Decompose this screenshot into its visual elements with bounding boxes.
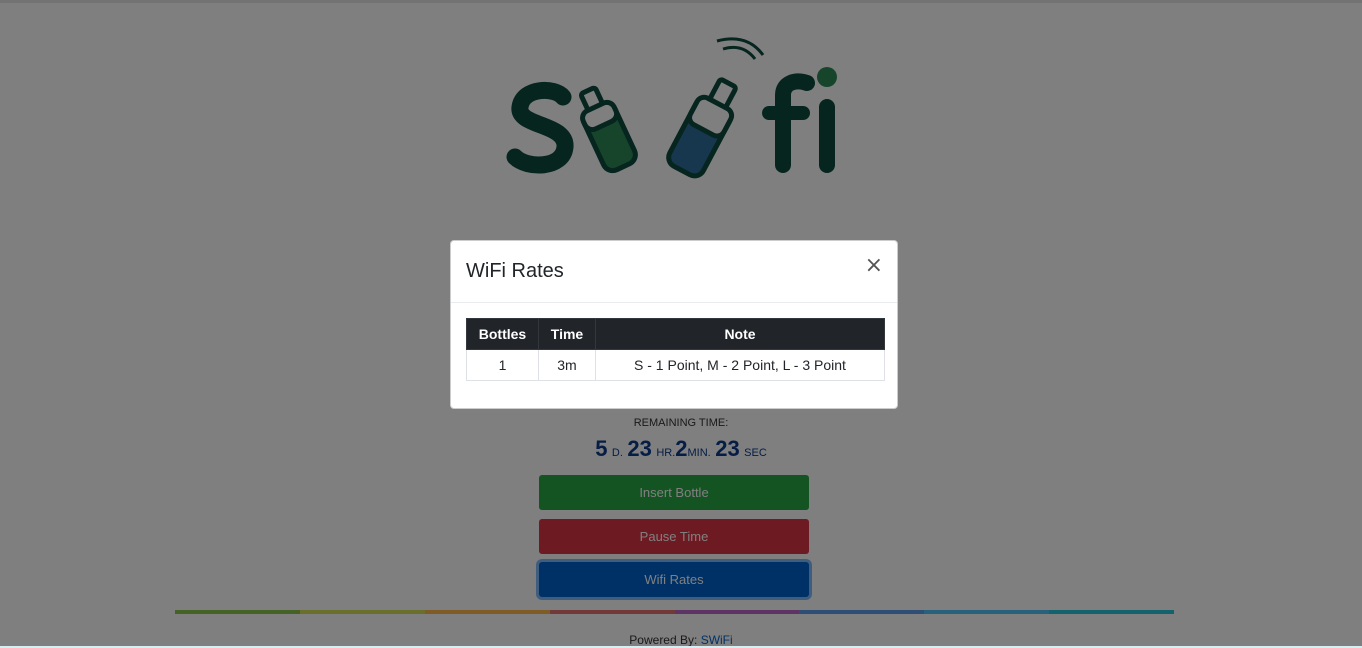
modal-header: WiFi Rates × bbox=[451, 241, 897, 303]
wifi-rates-modal: WiFi Rates × Bottles Time Note 1 3m S - … bbox=[450, 240, 898, 409]
header-note: Note bbox=[595, 318, 885, 350]
rates-table-header-row: Bottles Time Note bbox=[466, 318, 885, 350]
close-icon[interactable]: × bbox=[865, 255, 883, 277]
cell-time: 3m bbox=[538, 349, 596, 381]
header-bottles: Bottles bbox=[466, 318, 539, 350]
cell-note: S - 1 Point, M - 2 Point, L - 3 Point bbox=[595, 349, 885, 381]
modal-title: WiFi Rates bbox=[466, 260, 564, 282]
rates-table: Bottles Time Note 1 3m S - 1 Point, M - … bbox=[466, 318, 885, 381]
header-time: Time bbox=[538, 318, 596, 350]
cell-bottles: 1 bbox=[466, 349, 539, 381]
table-row: 1 3m S - 1 Point, M - 2 Point, L - 3 Poi… bbox=[466, 349, 885, 381]
